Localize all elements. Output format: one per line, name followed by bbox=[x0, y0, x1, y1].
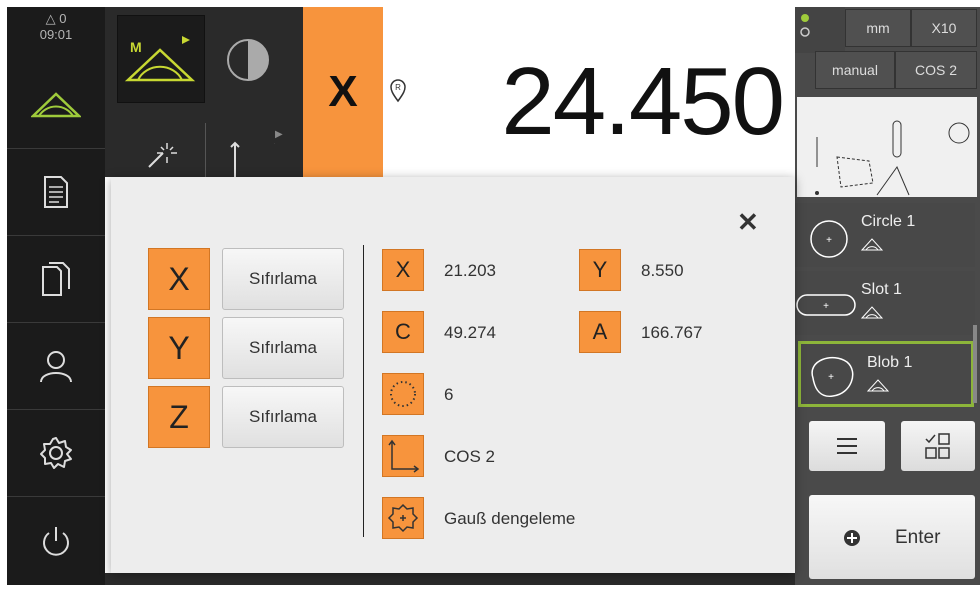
auto-detect-icon[interactable] bbox=[145, 137, 179, 176]
checklist-icon bbox=[925, 433, 950, 459]
axis-value: 24.450 bbox=[501, 48, 785, 155]
coord-system-icon bbox=[382, 435, 424, 477]
axis-x-button[interactable]: X bbox=[148, 248, 210, 310]
menu-user[interactable] bbox=[7, 322, 105, 409]
list-item-slot[interactable]: + Slot 1 bbox=[795, 271, 975, 335]
enter-label: Enter bbox=[895, 527, 941, 548]
measure-icon bbox=[867, 379, 889, 392]
circle-feature-icon: + bbox=[810, 220, 848, 258]
main-menu: △ 0 09:01 bbox=[7, 7, 105, 585]
clock: 09:01 bbox=[39, 27, 73, 42]
bottom-bar bbox=[105, 573, 795, 585]
enter-button[interactable]: Enter bbox=[809, 495, 975, 579]
position-readout: R 24.450 bbox=[383, 7, 795, 177]
list-item-circle[interactable]: + Circle 1 bbox=[795, 203, 975, 267]
menu-icon bbox=[837, 438, 857, 454]
result-c-value: 49.274 bbox=[444, 323, 496, 342]
measure-tool-icon: M bbox=[124, 36, 196, 82]
scrollbar[interactable] bbox=[973, 325, 977, 403]
document-icon bbox=[44, 176, 68, 208]
result-a-value: 166.767 bbox=[641, 323, 703, 342]
unit-button[interactable]: mm bbox=[845, 9, 911, 47]
menu-power[interactable] bbox=[7, 496, 105, 586]
select-all-button[interactable] bbox=[901, 421, 975, 471]
svg-text:+: + bbox=[826, 235, 832, 246]
close-icon[interactable]: ✕ bbox=[737, 207, 759, 238]
reset-y-button[interactable]: Sıfırlama bbox=[222, 317, 344, 379]
axis-y-button[interactable]: Y bbox=[148, 317, 210, 379]
measure-icon bbox=[31, 92, 81, 118]
reset-x-button[interactable]: Sıfırlama bbox=[222, 248, 344, 310]
expand-arrow-icon: ▶ bbox=[275, 129, 283, 140]
feature-preview bbox=[797, 97, 977, 197]
feature-dialog: ✕ X Sıfırlama Y Sıfırlama Z Sıfırlama X … bbox=[111, 177, 795, 573]
gear-icon bbox=[40, 437, 72, 469]
result-x-value: 21.203 bbox=[444, 261, 496, 280]
menu-files[interactable] bbox=[7, 235, 105, 322]
feature-name: Circle 1 bbox=[861, 213, 916, 230]
power-icon bbox=[43, 526, 69, 556]
divider bbox=[363, 245, 364, 537]
svg-text:M: M bbox=[130, 39, 142, 55]
slot-feature-icon: + bbox=[796, 294, 856, 316]
warning-icon: △ bbox=[45, 11, 56, 26]
list-view-button[interactable] bbox=[809, 421, 885, 471]
axis-z-button[interactable]: Z bbox=[148, 386, 210, 448]
fit-method-value: Gauß dengeleme bbox=[444, 509, 576, 528]
points-value: 6 bbox=[444, 385, 454, 404]
measure-icon bbox=[861, 306, 883, 319]
result-a-icon: A bbox=[579, 311, 621, 353]
status-led bbox=[795, 7, 845, 53]
list-item-blob-selected[interactable]: + Blob 1 bbox=[798, 341, 974, 407]
zoom-button[interactable]: X10 bbox=[911, 9, 977, 47]
warning-count: 0 bbox=[59, 11, 67, 26]
coord-system-button[interactable]: COS 2 bbox=[895, 51, 977, 89]
points-icon bbox=[382, 373, 424, 415]
fit-method-icon bbox=[382, 497, 424, 539]
contrast-icon[interactable] bbox=[225, 37, 271, 88]
coord-system-value: COS 2 bbox=[444, 447, 496, 466]
result-c-icon: C bbox=[382, 311, 424, 353]
svg-text:+: + bbox=[823, 301, 829, 312]
tool-strip: M ▶ bbox=[105, 7, 303, 177]
user-icon bbox=[40, 351, 72, 383]
blob-feature-icon: + bbox=[811, 357, 854, 398]
result-x-icon: X bbox=[382, 249, 424, 291]
add-icon bbox=[844, 530, 860, 546]
feature-name: Slot 1 bbox=[861, 281, 902, 298]
menu-measure[interactable] bbox=[7, 63, 105, 147]
inspector-panel: mm X10 manual COS 2 + Circle 1 + Slot 1 bbox=[795, 7, 980, 585]
reset-z-button[interactable]: Sıfırlama bbox=[222, 386, 344, 448]
menu-inspector[interactable] bbox=[7, 148, 105, 235]
svg-text:R: R bbox=[395, 83, 401, 92]
mode-button[interactable]: manual bbox=[815, 51, 895, 89]
measure-icon bbox=[861, 238, 883, 251]
menu-settings[interactable] bbox=[7, 409, 105, 496]
files-icon bbox=[42, 262, 70, 296]
result-y-value: 8.550 bbox=[641, 261, 684, 280]
feature-name: Blob 1 bbox=[867, 354, 913, 371]
reference-marker-icon: R bbox=[389, 79, 407, 108]
status-area: △ 0 09:01 bbox=[7, 7, 105, 57]
result-y-icon: Y bbox=[579, 249, 621, 291]
measure-tool-button[interactable]: M bbox=[117, 15, 205, 103]
axis-label[interactable]: X bbox=[303, 7, 383, 177]
svg-text:+: + bbox=[828, 372, 834, 383]
